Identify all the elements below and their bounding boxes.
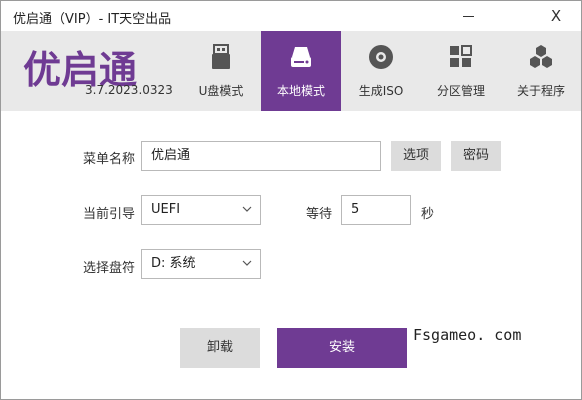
unmount-button[interactable]: 卸载 — [180, 328, 260, 368]
wait-seconds-input[interactable]: 5 — [341, 195, 411, 225]
boot-mode-label: 当前引导 — [83, 207, 136, 222]
tab-create-iso-label: 生成ISO — [358, 84, 404, 98]
chevron-down-icon — [242, 206, 252, 212]
tab-about-label: 关于程序 — [516, 84, 565, 98]
hexagons-icon — [530, 45, 552, 68]
tab-usb-mode-label: U盘模式 — [198, 84, 244, 98]
close-button[interactable]: X — [533, 1, 579, 31]
version-label: 3.7.2023.0323 — [85, 83, 173, 97]
wait-label: 等待 — [306, 207, 333, 222]
menu-name-input[interactable]: 优启通 — [141, 141, 381, 171]
tab-create-iso[interactable]: 生成ISO — [341, 31, 421, 111]
minimize-icon — [462, 16, 474, 17]
boot-mode-value: UEFI — [151, 202, 181, 217]
usb-drive-icon — [212, 44, 230, 69]
install-button[interactable]: 安装 — [277, 328, 407, 368]
window-title: 优启通（VIP）- IT天空出品 — [13, 12, 172, 27]
partition-grid-icon — [450, 45, 472, 67]
tab-usb-mode[interactable]: U盘模式 — [181, 31, 261, 111]
drive-letter-value: D: 系统 — [151, 256, 196, 271]
boot-mode-select[interactable]: UEFI — [141, 195, 261, 225]
tab-local-mode-label: 本地模式 — [276, 84, 325, 98]
tab-about[interactable]: 关于程序 — [501, 31, 581, 111]
password-button[interactable]: 密码 — [451, 141, 501, 171]
disc-icon — [369, 45, 393, 69]
minimize-button[interactable] — [445, 1, 491, 31]
chevron-down-icon — [242, 260, 252, 266]
tab-local-mode[interactable]: 本地模式 — [261, 31, 341, 111]
tab-partition-manager-label: 分区管理 — [436, 84, 485, 98]
watermark-text: Fsgameo. com — [413, 326, 522, 344]
options-button[interactable]: 选项 — [391, 141, 441, 171]
menu-name-label: 菜单名称 — [83, 152, 136, 167]
title-bar: 优启通（VIP）- IT天空出品 X — [1, 1, 581, 31]
app-window: 优启通（VIP）- IT天空出品 X 优启通 3.7.2023.0323 U盘模… — [0, 0, 582, 400]
seconds-unit-label: 秒 — [421, 207, 435, 222]
drive-letter-label: 选择盘符 — [83, 261, 136, 276]
hard-disk-icon — [291, 47, 311, 67]
header-band: 优启通 3.7.2023.0323 U盘模式 本地模式 生成ISO 分区管理 关… — [1, 31, 581, 111]
drive-letter-select[interactable]: D: 系统 — [141, 249, 261, 279]
tab-partition-manager[interactable]: 分区管理 — [421, 31, 501, 111]
